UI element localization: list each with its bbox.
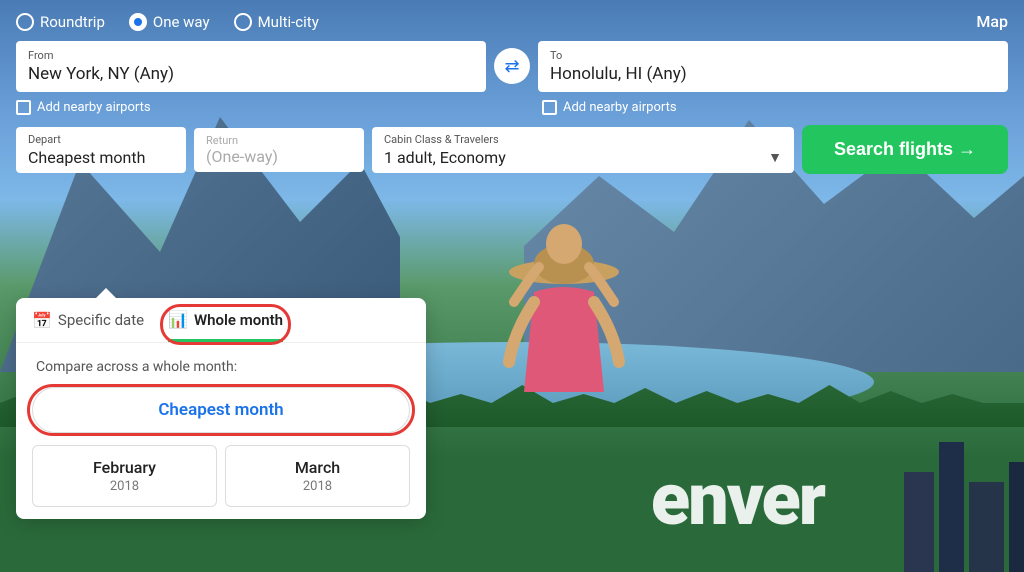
cabin-field[interactable]: Cabin Class & Travelers 1 adult, Economy… <box>372 127 794 173</box>
search-panel: Roundtrip One way Multi-city Map From Ne… <box>0 0 1024 174</box>
tab-row: 📅 Specific date 📊 Whole month <box>16 298 426 343</box>
swap-button[interactable]: ⇄ <box>494 48 530 84</box>
depart-field[interactable]: Depart Cheapest month <box>16 127 186 173</box>
cabin-select-row: 1 adult, Economy ▼ <box>384 148 782 167</box>
month-options: February 2018 March 2018 <box>16 445 426 507</box>
compare-text: Compare across a whole month: <box>16 359 426 387</box>
from-value: New York, NY (Any) <box>28 64 474 84</box>
return-label: Return <box>206 134 352 147</box>
depart-value: Cheapest month <box>28 148 174 167</box>
from-nearby-option[interactable]: Add nearby airports <box>16 100 482 115</box>
specific-date-tab[interactable]: 📅 Specific date <box>32 311 144 342</box>
from-label: From <box>28 49 474 62</box>
cabin-label: Cabin Class & Travelers <box>384 133 782 146</box>
to-value: Honolulu, HI (Any) <box>550 64 996 84</box>
radio-dot <box>134 18 142 26</box>
trip-type-row: Roundtrip One way Multi-city Map <box>16 12 1008 31</box>
cheapest-month-option[interactable]: Cheapest month <box>32 387 410 433</box>
whole-month-label: Whole month <box>194 311 283 329</box>
roundtrip-radio[interactable] <box>16 13 34 31</box>
city-name: enver <box>651 457 824 542</box>
from-nearby-label: Add nearby airports <box>37 100 151 115</box>
month-name: March <box>238 458 397 477</box>
to-nearby-checkbox[interactable] <box>542 100 557 115</box>
from-nearby-checkbox[interactable] <box>16 100 31 115</box>
cabin-value: 1 adult, Economy <box>384 148 506 167</box>
bar-chart-icon: 📊 <box>168 310 188 329</box>
month-year: 2018 <box>45 479 204 494</box>
roundtrip-label: Roundtrip <box>40 13 105 31</box>
month-card[interactable]: March 2018 <box>225 445 410 507</box>
calendar-icon: 📅 <box>32 311 52 330</box>
to-label: To <box>550 49 996 62</box>
to-nearby-option[interactable]: Add nearby airports <box>542 100 1008 115</box>
specific-date-label: Specific date <box>58 311 144 329</box>
one-way-radio[interactable] <box>129 13 147 31</box>
return-value: (One-way) <box>206 147 352 166</box>
multi-city-radio[interactable] <box>234 13 252 31</box>
multi-city-label: Multi-city <box>258 13 319 31</box>
multi-city-option[interactable]: Multi-city <box>234 13 319 31</box>
person-silhouette <box>484 212 644 432</box>
map-button[interactable]: Map <box>976 12 1008 31</box>
bottom-row: Depart Cheapest month Return (One-way) C… <box>16 125 1008 174</box>
cheapest-option-wrap: Cheapest month <box>16 387 426 445</box>
search-button[interactable]: Search flights → <box>802 125 1008 174</box>
one-way-option[interactable]: One way <box>129 13 210 31</box>
cabin-arrow-icon: ▼ <box>768 149 782 166</box>
month-year: 2018 <box>238 479 397 494</box>
roundtrip-option[interactable]: Roundtrip <box>16 13 105 31</box>
nearby-spacer <box>490 100 534 115</box>
search-label: Search flights → <box>834 139 976 160</box>
month-card[interactable]: February 2018 <box>32 445 217 507</box>
to-field[interactable]: To Honolulu, HI (Any) <box>538 41 1008 92</box>
to-nearby-label: Add nearby airports <box>563 100 677 115</box>
od-row: From New York, NY (Any) ⇄ To Honolulu, H… <box>16 41 1008 92</box>
from-field[interactable]: From New York, NY (Any) <box>16 41 486 92</box>
cheapest-month-label: Cheapest month <box>158 400 283 420</box>
nearby-row: Add nearby airports Add nearby airports <box>16 100 1008 115</box>
one-way-label: One way <box>153 13 210 31</box>
depart-label: Depart <box>28 133 174 146</box>
month-name: February <box>45 458 204 477</box>
trip-type-options: Roundtrip One way Multi-city <box>16 13 319 31</box>
return-field[interactable]: Return (One-way) <box>194 128 364 172</box>
whole-month-tab[interactable]: 📊 Whole month <box>168 310 283 342</box>
date-dropdown: 📅 Specific date 📊 Whole month Compare ac… <box>16 298 426 519</box>
